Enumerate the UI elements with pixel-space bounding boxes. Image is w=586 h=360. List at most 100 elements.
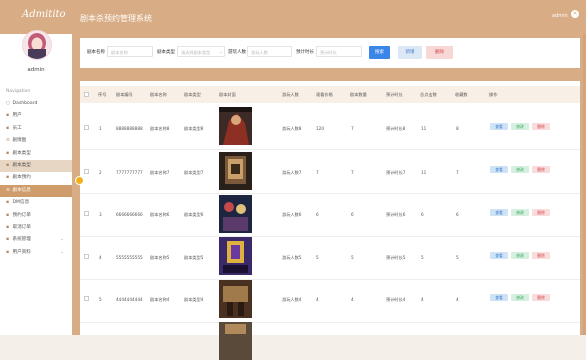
cell-name: 剧本名称8 bbox=[150, 126, 170, 131]
col-duration: 预计时长 bbox=[386, 92, 403, 97]
sidebar-item-label: 预约订单 bbox=[12, 212, 31, 218]
cell-count: 4 bbox=[351, 297, 354, 302]
list-icon: ≡ bbox=[6, 187, 10, 193]
col-type: 剧本类型 bbox=[184, 92, 201, 97]
type-label: 剧本类型 bbox=[157, 50, 175, 55]
cell-code: 8888888888 bbox=[116, 126, 143, 131]
cell-price: 4 bbox=[316, 297, 319, 302]
cell-price: 6 bbox=[316, 212, 319, 217]
sidebar-item-dashboard[interactable]: ○ Dashboard bbox=[0, 98, 72, 110]
name-search-input[interactable]: 剧本名称 bbox=[107, 46, 153, 57]
page-title: 剧本杀预约管理系统 bbox=[80, 14, 152, 23]
sidebar-item-script-type-hover[interactable]: ▪ 剧本类型 bbox=[0, 159, 72, 173]
sidebar-item-label: Dashboard bbox=[12, 101, 38, 106]
cover-image bbox=[219, 322, 252, 360]
cell-favorites: 7 bbox=[456, 170, 459, 175]
cell-code: 7777777777 bbox=[116, 170, 143, 175]
cell-code: 6666666666 bbox=[116, 212, 143, 217]
view-button[interactable]: 查看 bbox=[490, 123, 508, 130]
cell-clicks: 11 bbox=[421, 126, 427, 131]
sidebar-item-profile[interactable]: ▪ 用户资料 ⌄ bbox=[0, 247, 72, 259]
delete-row-button[interactable]: 删除 bbox=[532, 294, 550, 301]
cell-price: 120 bbox=[316, 126, 324, 131]
cell-type: 剧本类型6 bbox=[184, 212, 204, 217]
cell-index: 3 bbox=[99, 212, 102, 217]
sidebar-item-script-info[interactable]: ≡ 剧本信息 bbox=[0, 184, 72, 198]
view-button[interactable]: 查看 bbox=[490, 252, 508, 259]
cell-count: 6 bbox=[351, 212, 354, 217]
sidebar-item-label: 剧本类型 bbox=[12, 162, 31, 168]
sidebar-item-cancelled[interactable]: ▪ 取消订单 bbox=[0, 222, 72, 234]
sidebar-item-label: 取消订单 bbox=[12, 224, 31, 230]
col-favorites: 收藏数 bbox=[455, 92, 468, 97]
row-checkbox[interactable] bbox=[84, 169, 89, 174]
edit-button[interactable]: 修改 bbox=[511, 166, 529, 173]
view-button[interactable]: 查看 bbox=[490, 209, 508, 216]
chevron-down-icon: ⌄ bbox=[60, 237, 64, 243]
type-select[interactable]: 请选择剧本类型 bbox=[177, 46, 225, 57]
cell-count: 7 bbox=[351, 126, 354, 131]
players-search-input[interactable]: 游玩人数 bbox=[247, 46, 292, 57]
sidebar-item-label: 剧本类型 bbox=[12, 150, 31, 156]
col-index: 序号 bbox=[98, 92, 107, 97]
cell-clicks: 6 bbox=[421, 212, 424, 217]
add-button[interactable]: 新增 bbox=[398, 46, 422, 59]
cover-image bbox=[219, 280, 252, 318]
edit-button[interactable]: 修改 bbox=[511, 252, 529, 259]
col-code: 剧本编号 bbox=[116, 92, 133, 97]
delete-row-button[interactable]: 删除 bbox=[532, 166, 550, 173]
delete-button[interactable]: 删除 bbox=[426, 46, 453, 59]
sidebar-item-booking[interactable]: ▪ 剧本预约 bbox=[0, 172, 72, 184]
edit-button[interactable]: 修改 bbox=[511, 294, 529, 301]
delete-row-button[interactable]: 删除 bbox=[532, 252, 550, 259]
sidebar-item-label: DM信息 bbox=[12, 200, 30, 206]
delete-row-button[interactable]: 删除 bbox=[532, 123, 550, 130]
row-checkbox[interactable] bbox=[84, 125, 89, 130]
sidebar-item-users[interactable]: ▪ 用户 bbox=[0, 110, 72, 122]
cell-price: 7 bbox=[316, 170, 319, 175]
sidebar-item-staff[interactable]: ▪ 员工 bbox=[0, 123, 72, 135]
sidebar-item-orders[interactable]: ▪ 预约订单 bbox=[0, 210, 72, 222]
sidebar-item-system[interactable]: ▪ 系统管理 ⌄ bbox=[0, 234, 72, 246]
search-button[interactable]: 搜索 bbox=[369, 46, 390, 59]
delete-row-button[interactable]: 删除 bbox=[532, 209, 550, 216]
col-price: 观看价格 bbox=[316, 92, 333, 97]
cell-players: 游玩人数6 bbox=[282, 212, 302, 217]
cell-players: 游玩人数8 bbox=[282, 126, 302, 131]
type-icon: ▪ bbox=[6, 162, 10, 168]
top-username[interactable]: admin bbox=[552, 13, 568, 19]
dashboard-icon: ○ bbox=[6, 101, 11, 106]
cell-type: 剧本类型8 bbox=[184, 126, 204, 131]
row-checkbox[interactable] bbox=[84, 254, 89, 259]
sidebar-item-label: 系统管理 bbox=[12, 237, 31, 243]
cell-code: 5555555555 bbox=[116, 255, 143, 260]
cell-favorites: 6 bbox=[456, 212, 459, 217]
view-button[interactable]: 查看 bbox=[490, 166, 508, 173]
app-logo: Admitito bbox=[22, 9, 66, 20]
name-label: 剧本名称 bbox=[87, 50, 105, 55]
cell-type: 剧本类型4 bbox=[184, 297, 204, 302]
chevron-down-icon: ⌄ bbox=[60, 249, 64, 255]
col-players: 游玩人数 bbox=[282, 92, 299, 97]
user-icon: ▪ bbox=[6, 113, 10, 119]
edit-button[interactable]: 修改 bbox=[511, 123, 529, 130]
time-search-input[interactable]: 预计时长 bbox=[316, 46, 362, 57]
cell-favorites: 5 bbox=[456, 255, 459, 260]
select-all-checkbox[interactable] bbox=[84, 92, 89, 97]
profile-icon: ▪ bbox=[6, 249, 10, 255]
cell-index: 4 bbox=[99, 255, 102, 260]
row-checkbox[interactable] bbox=[84, 296, 89, 301]
sidebar-username: admin bbox=[27, 67, 45, 73]
booking-icon: ▪ bbox=[6, 175, 10, 181]
row-checkbox[interactable] bbox=[84, 211, 89, 216]
close-icon[interactable]: × bbox=[571, 10, 579, 18]
sidebar-item-dm[interactable]: ▪ DM信息 bbox=[0, 197, 72, 209]
cell-duration: 预计时长6 bbox=[386, 212, 406, 217]
view-button[interactable]: 查看 bbox=[490, 294, 508, 301]
cell-name: 剧本名称7 bbox=[150, 170, 170, 175]
sidebar-item-plot[interactable]: ≡ 剧情图 bbox=[0, 135, 72, 147]
edit-button[interactable]: 修改 bbox=[511, 209, 529, 216]
sidebar-item-label: 用户资料 bbox=[12, 249, 31, 255]
sidebar-item-script-type[interactable]: ▪ 剧本类型 bbox=[0, 148, 72, 160]
cell-name: 剧本名称5 bbox=[150, 255, 170, 260]
